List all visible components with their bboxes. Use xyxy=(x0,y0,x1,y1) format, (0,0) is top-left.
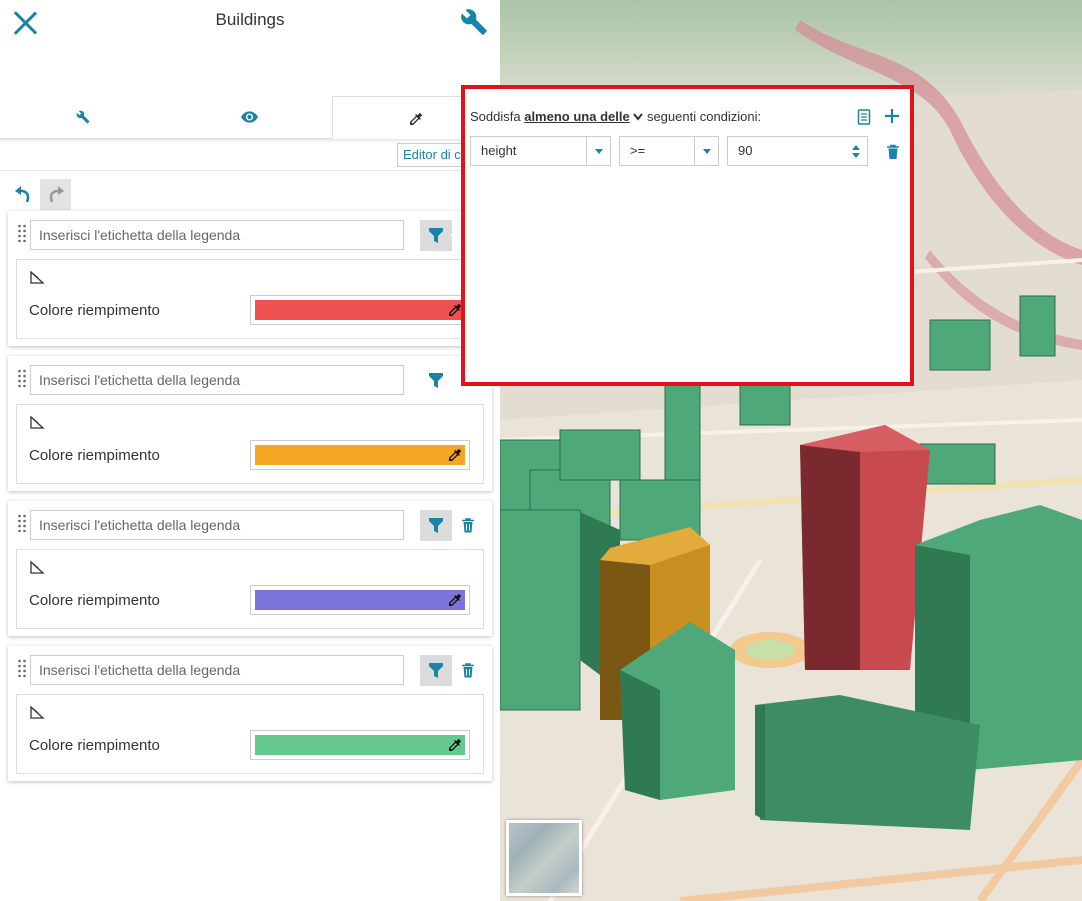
filter-popup: Soddisfa almeno una delle seguenti condi… xyxy=(461,85,914,386)
value-stepper[interactable] xyxy=(845,137,867,165)
undo-icon[interactable] xyxy=(12,182,36,206)
tab-display[interactable] xyxy=(166,96,332,138)
chevron-down-icon xyxy=(694,137,718,165)
fill-color-label: Colore riempimento xyxy=(29,737,160,754)
panel-header: Buildings xyxy=(0,0,500,95)
condition-text: Soddisfa almeno una delle seguenti condi… xyxy=(470,109,761,124)
attribute-select[interactable]: height xyxy=(470,136,611,166)
fill-color-label: Colore riempimento xyxy=(29,592,160,609)
drag-handle-icon[interactable] xyxy=(17,369,27,387)
style-rule: Colore riempimento xyxy=(8,646,492,781)
value-input[interactable]: 90 xyxy=(727,136,868,166)
attribute-value: height xyxy=(481,143,517,158)
condition-prefix: Soddisfa xyxy=(470,109,521,124)
color-swatch xyxy=(255,300,465,320)
style-editor-panel: Buildings Editor di c Inserisci l'etiche… xyxy=(0,0,914,901)
fill-color-picker[interactable] xyxy=(250,295,470,325)
filter-button[interactable] xyxy=(420,655,452,686)
divider xyxy=(0,170,500,171)
polygon-icon xyxy=(30,415,45,429)
symbolizer-box: Colore riempimento xyxy=(16,259,484,339)
trash-icon[interactable] xyxy=(886,144,900,160)
drag-handle-icon[interactable] xyxy=(17,224,27,242)
dropper-icon[interactable] xyxy=(447,737,463,753)
style-rule: Colore riempimento xyxy=(8,501,492,636)
trash-icon xyxy=(462,517,474,532)
filter-button[interactable] xyxy=(420,510,452,541)
match-mode-dropdown[interactable]: almeno una delle xyxy=(524,109,629,124)
fill-color-picker[interactable] xyxy=(250,585,470,615)
dropper-icon[interactable] xyxy=(447,447,463,463)
panel-title: Buildings xyxy=(215,10,285,29)
fill-color-label: Colore riempimento xyxy=(29,447,160,464)
symbolizer-box: Colore riempimento xyxy=(16,549,484,629)
operator-select[interactable]: >= xyxy=(619,136,719,166)
symbolizer-box: Colore riempimento xyxy=(16,694,484,774)
filter-icon xyxy=(429,227,443,243)
eye-icon xyxy=(240,111,258,123)
polygon-icon xyxy=(30,560,45,574)
map-park xyxy=(745,640,795,660)
polygon-icon xyxy=(30,705,45,719)
increment-icon[interactable] xyxy=(852,144,860,150)
redo-icon xyxy=(49,186,64,203)
legend-label-input[interactable] xyxy=(30,365,404,395)
style-rule: Colore riempimento xyxy=(8,356,492,491)
legend-label-input[interactable] xyxy=(30,220,404,250)
dropper-icon[interactable] xyxy=(447,592,463,608)
tab-settings[interactable] xyxy=(0,96,166,138)
legend-label-input[interactable] xyxy=(30,655,404,685)
filter-button[interactable] xyxy=(420,220,452,251)
building-red xyxy=(800,425,930,670)
drag-handle-icon[interactable] xyxy=(17,514,27,532)
chevron-down-icon xyxy=(586,137,610,165)
legend-label-input[interactable] xyxy=(30,510,404,540)
drag-handle-icon[interactable] xyxy=(17,659,27,677)
delete-rule-button[interactable] xyxy=(458,511,478,539)
fill-color-picker[interactable] xyxy=(250,440,470,470)
operator-value: >= xyxy=(630,143,646,158)
polygon-icon xyxy=(30,270,45,284)
add-condition-icon[interactable] xyxy=(884,108,900,124)
color-swatch xyxy=(255,445,465,465)
decrement-icon[interactable] xyxy=(852,152,860,158)
tab-bar xyxy=(0,96,500,140)
redo-button[interactable] xyxy=(40,179,71,210)
value-text: 90 xyxy=(738,143,753,158)
color-swatch xyxy=(255,735,465,755)
popup-caret xyxy=(450,226,461,244)
filter-icon xyxy=(429,517,443,533)
color-swatch xyxy=(255,590,465,610)
filter-icon xyxy=(429,662,443,678)
filter-icon xyxy=(429,372,443,388)
fill-color-label: Colore riempimento xyxy=(29,302,160,319)
delete-rule-button[interactable] xyxy=(458,656,478,684)
filter-button[interactable] xyxy=(420,365,452,396)
document-icon[interactable] xyxy=(857,109,871,125)
trash-icon xyxy=(462,662,474,677)
wrench-icon[interactable] xyxy=(460,8,488,36)
chevron-down-icon[interactable] xyxy=(633,113,644,121)
fill-color-picker[interactable] xyxy=(250,730,470,760)
dropper-icon xyxy=(410,112,422,125)
wrench-icon xyxy=(76,110,90,124)
symbolizer-box: Colore riempimento xyxy=(16,404,484,484)
condition-suffix: seguenti condizioni: xyxy=(646,109,762,124)
minimap[interactable] xyxy=(506,820,582,896)
style-rule: Colore riempimento xyxy=(8,211,492,346)
